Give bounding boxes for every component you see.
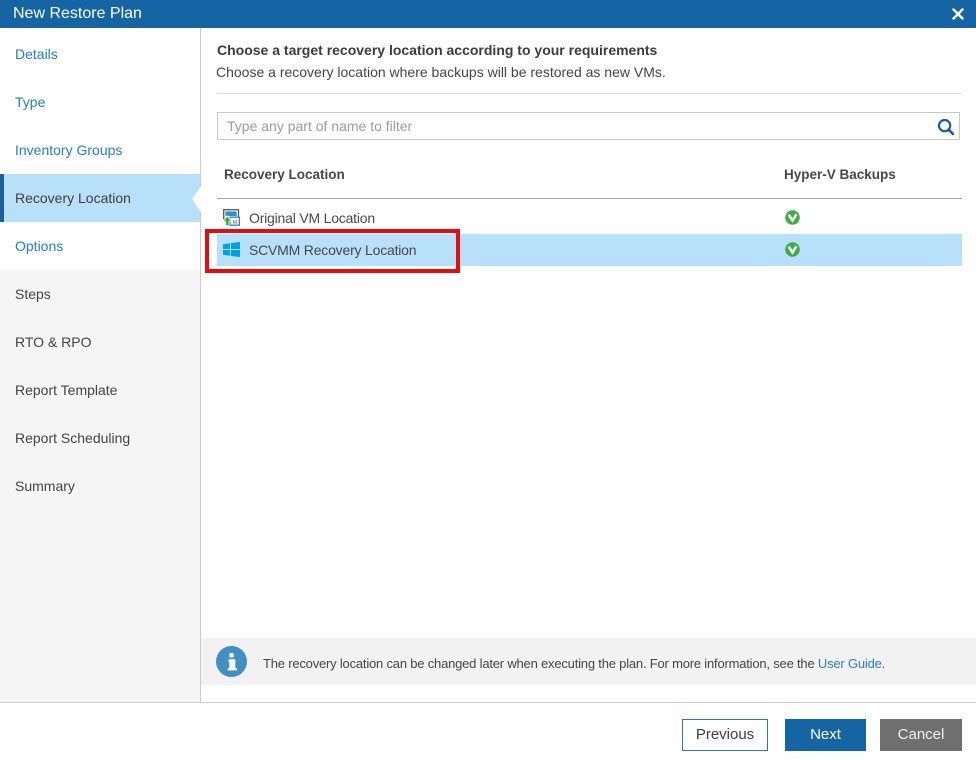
- svg-text:M: M: [233, 219, 238, 225]
